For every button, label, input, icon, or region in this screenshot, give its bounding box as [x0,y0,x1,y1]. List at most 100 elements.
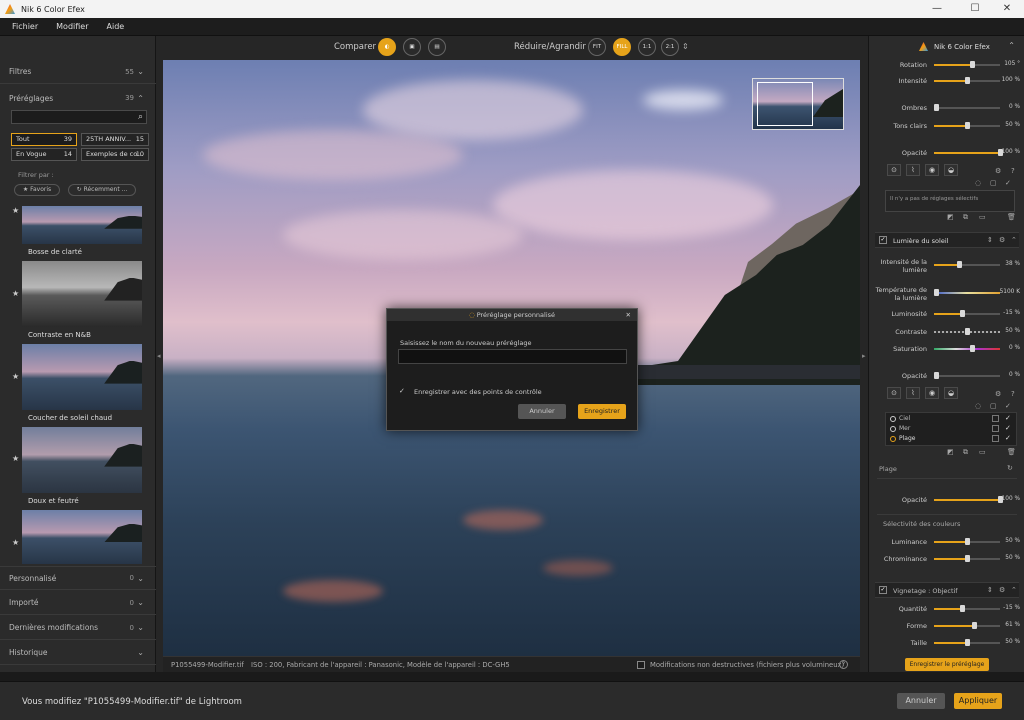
reorder-icon[interactable]: ⇕ [987,586,993,594]
navigator-thumbnail[interactable] [752,78,844,130]
slider-track[interactable] [934,345,1000,352]
radial-icon[interactable]: ◉ [925,164,939,176]
menu-modifier[interactable]: Modifier [56,22,88,31]
footer-cancel-button[interactable]: Annuler [897,693,945,709]
slider-handle[interactable] [970,345,976,352]
slider-handle[interactable] [965,122,970,129]
preglages-section[interactable]: Préréglages 39 ⌃ [0,86,156,110]
trash-icon[interactable]: 🗑 [1007,213,1016,221]
preset-thumbnail[interactable] [22,427,142,493]
tag-25th-anniv[interactable]: 25TH ANNIV... 15 [81,133,149,146]
filter-enabled-checkbox[interactable]: ✓ [879,236,887,244]
compare-split-icon[interactable]: ◐ [378,38,396,56]
compare-before-icon[interactable]: ▤ [428,38,446,56]
dialog-cancel-button[interactable]: Annuler [518,404,566,419]
invert-icon[interactable]: ▢ [990,402,997,410]
slider-track[interactable] [934,328,1000,335]
zoom-2-1-button[interactable]: 2:1 [661,38,679,56]
slider-track[interactable] [934,538,1000,545]
sunlight-filter-header[interactable]: ✓ Lumière du soleil ⇕ ⚙ ⌃ [875,232,1019,248]
brush-icon[interactable]: ⌇ [906,387,920,399]
slider-track[interactable] [934,605,1000,612]
collapse-icon[interactable]: ⌃ [1011,586,1017,594]
gear-icon[interactable]: ⚙ [999,236,1005,244]
slider-track[interactable] [934,104,1000,111]
add-control-point-icon[interactable]: ⊙ [887,387,901,399]
menu-aide[interactable]: Aide [107,22,125,31]
gear-icon[interactable]: ⚙ [999,586,1005,594]
slider-handle[interactable] [957,261,963,268]
preset-thumbnail[interactable] [22,206,142,244]
slider-handle[interactable] [960,310,966,317]
invert-icon[interactable]: ▢ [990,179,997,187]
slider-track[interactable] [934,372,1000,379]
slider-handle[interactable] [965,639,970,646]
vignette-filter-header[interactable]: ✓ Vignetage : Objectif ⇕ ⚙ ⌃ [875,582,1019,598]
help-icon[interactable]: ? [1011,390,1015,398]
copy-icon[interactable]: ⧉ [963,448,968,457]
control-point-item[interactable]: Plage ✓ [890,434,1018,442]
apply-button[interactable]: Appliquer [954,693,1002,709]
mask-icon[interactable]: ◩ [947,448,954,456]
trash-icon[interactable]: 🗑 [1007,448,1016,456]
collapse-left-icon[interactable]: ◂ [157,352,161,360]
slider-handle[interactable] [934,372,939,379]
slider-track[interactable] [934,261,1000,268]
selection-icon[interactable]: ◌ [975,179,981,187]
slider-handle[interactable] [965,555,970,562]
mask-settings-icon[interactable]: ⚙ [995,167,1001,175]
slider-track[interactable] [934,289,1000,296]
check-icon[interactable]: ✓ [1005,414,1011,422]
zoom-stepper-icon[interactable]: ⇕ [682,42,689,51]
dernieres-modifications-section[interactable]: Dernières modifications 0 ⌄ [0,616,156,640]
selection-icon[interactable]: ◌ [975,402,981,410]
slider-handle[interactable] [970,61,976,68]
preset-thumbnail[interactable] [22,510,142,564]
slider-track[interactable] [934,149,1003,156]
invert-checkbox[interactable] [992,425,999,432]
paste-icon[interactable]: ▭ [979,448,986,456]
slider-track[interactable] [934,77,1000,84]
nondestructive-checkbox[interactable] [637,661,645,669]
slider-track[interactable] [934,622,1000,629]
slider-handle[interactable] [934,289,939,296]
importe-section[interactable]: Importé 0 ⌄ [0,591,156,615]
checkmark-icon[interactable]: ✓ [399,387,405,395]
preset-name-input[interactable] [398,349,627,364]
recent-pill[interactable]: ↻ Récemment ... [68,184,136,196]
help-icon[interactable]: ? [839,660,848,669]
zoom-fit-button[interactable]: FIT [588,38,606,56]
slider-track[interactable] [934,310,1000,317]
dialog-save-button[interactable]: Enregistrer [578,404,626,419]
slider-handle[interactable] [965,77,970,84]
slider-track[interactable] [934,555,1000,562]
navigator-viewport-box[interactable] [757,82,813,126]
menu-fichier[interactable]: Fichier [12,22,38,31]
tag-tout[interactable]: Tout 39 [11,133,77,146]
slider-track[interactable] [934,61,1000,68]
help-icon[interactable]: ? [1011,167,1015,175]
star-icon[interactable]: ★ [12,454,19,463]
collapse-right-icon[interactable]: ▸ [862,352,866,360]
filtres-section[interactable]: Filtres 55 ⌄ [0,60,156,84]
check-icon[interactable]: ✓ [1005,424,1011,432]
brush-icon[interactable]: ⌇ [906,164,920,176]
slider-handle[interactable] [965,328,970,335]
mask-settings-icon[interactable]: ⚙ [995,390,1001,398]
star-icon[interactable]: ★ [12,206,19,215]
mask-icon[interactable]: ◩ [947,213,954,221]
slider-track[interactable] [934,639,1000,646]
reorder-icon[interactable]: ⇕ [987,236,993,244]
gradient-icon[interactable]: ◒ [944,387,958,399]
collapse-icon[interactable]: ⌃ [1011,236,1017,244]
collapse-icon[interactable]: ⌃ [1008,41,1015,50]
slider-handle[interactable] [971,622,977,629]
check-icon[interactable]: ✓ [1005,179,1011,187]
slider-handle[interactable] [965,538,970,545]
copy-icon[interactable]: ⧉ [963,213,968,222]
preset-thumbnail[interactable] [22,261,142,327]
preset-search-input[interactable]: ⌕ [11,110,147,124]
minimize-button[interactable]: — [920,0,954,18]
tag-exemples[interactable]: Exemples de co... 10 [81,148,149,161]
control-point-item[interactable]: Ciel ✓ [890,414,1018,422]
